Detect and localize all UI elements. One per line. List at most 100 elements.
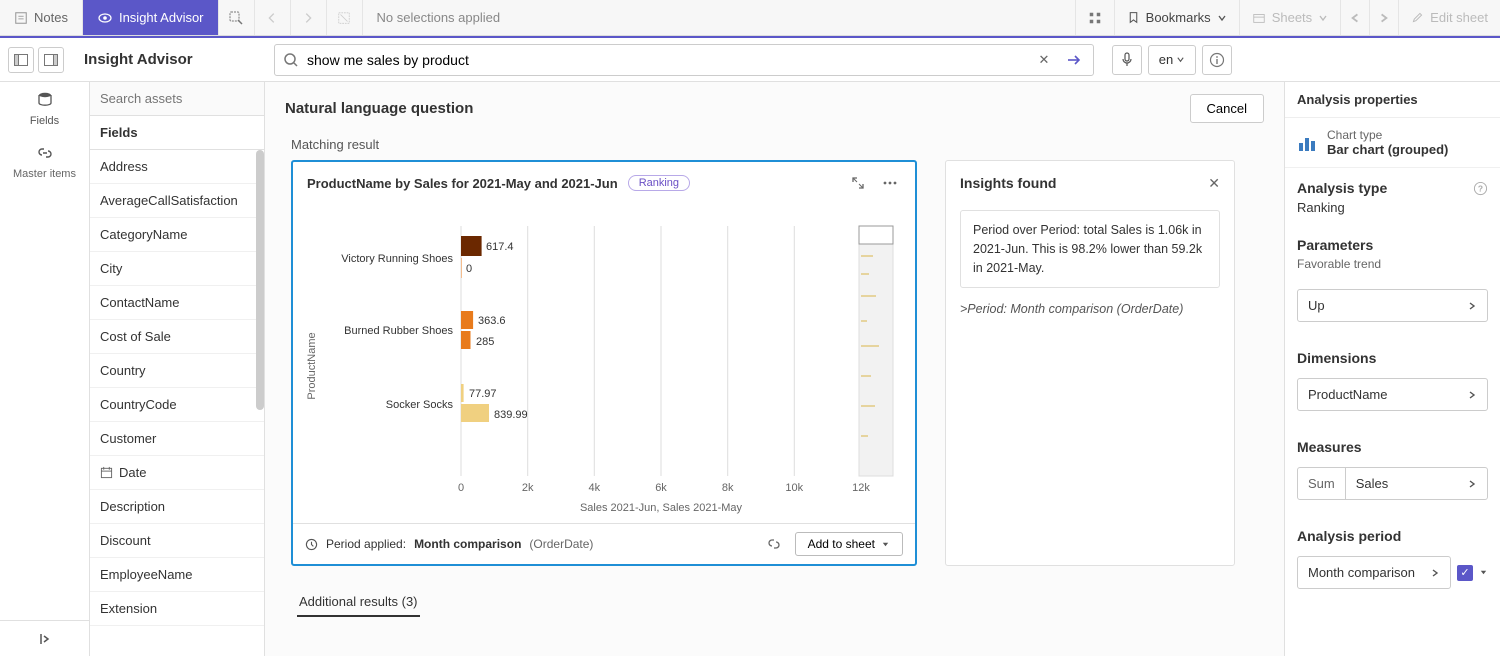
- next-sheet-button[interactable]: [1369, 0, 1398, 35]
- fullscreen-button[interactable]: [847, 172, 869, 194]
- chart-type-label: Chart type: [1327, 128, 1448, 142]
- right-panel-toggle[interactable]: [38, 47, 64, 73]
- caret-down-icon[interactable]: [1479, 568, 1488, 577]
- sheets-label: Sheets: [1272, 10, 1312, 25]
- clear-search-button[interactable]: ✕: [1033, 49, 1055, 71]
- period-checkbox[interactable]: ✓: [1457, 565, 1473, 581]
- field-item[interactable]: Description: [90, 490, 264, 524]
- props-header: Analysis properties: [1285, 82, 1500, 118]
- svg-text:?: ?: [1478, 183, 1483, 193]
- svg-text:Sales 2021-Jun, Sales 2021-May: Sales 2021-Jun, Sales 2021-May: [580, 502, 743, 514]
- tab-insight-advisor[interactable]: Insight Advisor: [83, 0, 219, 35]
- help-icon[interactable]: ?: [1473, 181, 1488, 196]
- step-forward-button[interactable]: [291, 0, 327, 35]
- prev-sheet-button[interactable]: [1340, 0, 1369, 35]
- analysis-chip: Ranking: [628, 175, 690, 191]
- selections-tool-button[interactable]: [1075, 0, 1114, 35]
- chevron-right-icon: [1467, 301, 1477, 311]
- page-title: Insight Advisor: [84, 51, 264, 68]
- measures-label: Measures: [1285, 427, 1500, 459]
- field-item[interactable]: Cost of Sale: [90, 320, 264, 354]
- period-chip[interactable]: Month comparison: [1297, 556, 1451, 589]
- info-icon: [1209, 52, 1225, 68]
- tab-notes[interactable]: Notes: [0, 0, 83, 35]
- chevron-down-icon: [1318, 13, 1328, 23]
- rail-fields[interactable]: Fields: [0, 82, 89, 135]
- no-selections-text: No selections applied: [363, 0, 515, 35]
- explore-button[interactable]: [761, 531, 787, 557]
- field-item[interactable]: Date: [90, 456, 264, 490]
- chart-menu-button[interactable]: [879, 172, 901, 194]
- chart-type-row[interactable]: Chart type Bar chart (grouped): [1285, 118, 1500, 168]
- field-item[interactable]: Extension: [90, 592, 264, 626]
- insight-text: Period over Period: total Sales is 1.06k…: [960, 210, 1220, 288]
- language-select[interactable]: en: [1148, 45, 1196, 75]
- step-back-icon: [265, 11, 279, 25]
- calendar-icon: [100, 466, 113, 479]
- search-assets-input[interactable]: [90, 82, 264, 116]
- cancel-button[interactable]: Cancel: [1190, 94, 1264, 123]
- field-item[interactable]: AverageCallSatisfaction: [90, 184, 264, 218]
- grid-icon: [1088, 11, 1102, 25]
- svg-text:Burned Rubber Shoes: Burned Rubber Shoes: [344, 325, 453, 337]
- additional-results-tab[interactable]: Additional results (3): [297, 588, 420, 617]
- sheets-button[interactable]: Sheets: [1239, 0, 1340, 35]
- field-item[interactable]: ContactName: [90, 286, 264, 320]
- close-insights-button[interactable]: ✕: [1208, 175, 1220, 192]
- chevron-right-icon: [1467, 479, 1477, 489]
- bookmark-icon: [1127, 11, 1140, 24]
- search-container: ✕: [274, 44, 1094, 76]
- svg-text:363.6: 363.6: [478, 315, 506, 327]
- field-item[interactable]: Country: [90, 354, 264, 388]
- svg-text:617.4: 617.4: [486, 241, 514, 253]
- smart-search-button[interactable]: [219, 0, 255, 35]
- add-to-sheet-button[interactable]: Add to sheet: [795, 532, 903, 556]
- link-icon: [36, 145, 54, 161]
- link-chain-icon: [766, 536, 782, 552]
- rail-fields-label: Fields: [0, 115, 89, 127]
- scrollbar-thumb[interactable]: [256, 150, 264, 410]
- collapse-icon: [38, 632, 52, 646]
- eye-icon: [97, 10, 113, 26]
- voice-input-button[interactable]: [1112, 45, 1142, 75]
- field-list[interactable]: Address AverageCallSatisfaction Category…: [90, 150, 264, 656]
- search-input[interactable]: [307, 52, 1025, 68]
- edit-sheet-button[interactable]: Edit sheet: [1398, 0, 1500, 35]
- analysis-type-label: Analysis type: [1297, 180, 1387, 196]
- svg-text:12k: 12k: [852, 482, 870, 494]
- bookmarks-button[interactable]: Bookmarks: [1114, 0, 1239, 35]
- clear-selections-button[interactable]: [327, 0, 363, 35]
- field-item[interactable]: CategoryName: [90, 218, 264, 252]
- chevron-left-icon: [1349, 12, 1361, 24]
- measure-chip[interactable]: Sum Sales: [1297, 467, 1488, 500]
- field-item[interactable]: CountryCode: [90, 388, 264, 422]
- field-item[interactable]: City: [90, 252, 264, 286]
- field-item[interactable]: Customer: [90, 422, 264, 456]
- dimension-chip[interactable]: ProductName: [1297, 378, 1488, 411]
- period-applied-field: (OrderDate): [529, 537, 593, 551]
- analysis-period-label: Analysis period: [1285, 516, 1500, 548]
- field-item[interactable]: EmployeeName: [90, 558, 264, 592]
- submit-search-button[interactable]: [1063, 49, 1085, 71]
- collapse-rail-button[interactable]: [0, 620, 89, 656]
- field-item[interactable]: Address: [90, 150, 264, 184]
- fav-trend-chip[interactable]: Up: [1297, 289, 1488, 322]
- dimensions-label: Dimensions: [1285, 338, 1500, 370]
- step-back-button[interactable]: [255, 0, 291, 35]
- search-icon: [283, 52, 299, 68]
- svg-text:77.97: 77.97: [469, 388, 497, 400]
- chart-body[interactable]: ProductName 0 2k: [293, 200, 915, 523]
- svg-text:ProductName: ProductName: [306, 332, 318, 399]
- panel-right-icon: [44, 54, 58, 66]
- svg-text:285: 285: [476, 336, 494, 348]
- period-applied-value: Month comparison: [414, 537, 521, 551]
- pencil-icon: [1411, 11, 1424, 24]
- help-button[interactable]: [1202, 45, 1232, 75]
- field-item[interactable]: Discount: [90, 524, 264, 558]
- smart-search-icon: [228, 10, 244, 26]
- left-panel-toggle[interactable]: [8, 47, 34, 73]
- insights-card: Insights found ✕ Period over Period: tot…: [945, 160, 1235, 566]
- chevron-right-icon: [1467, 390, 1477, 400]
- bar-chart-icon: [1297, 133, 1317, 153]
- rail-master-items[interactable]: Master items: [0, 135, 89, 188]
